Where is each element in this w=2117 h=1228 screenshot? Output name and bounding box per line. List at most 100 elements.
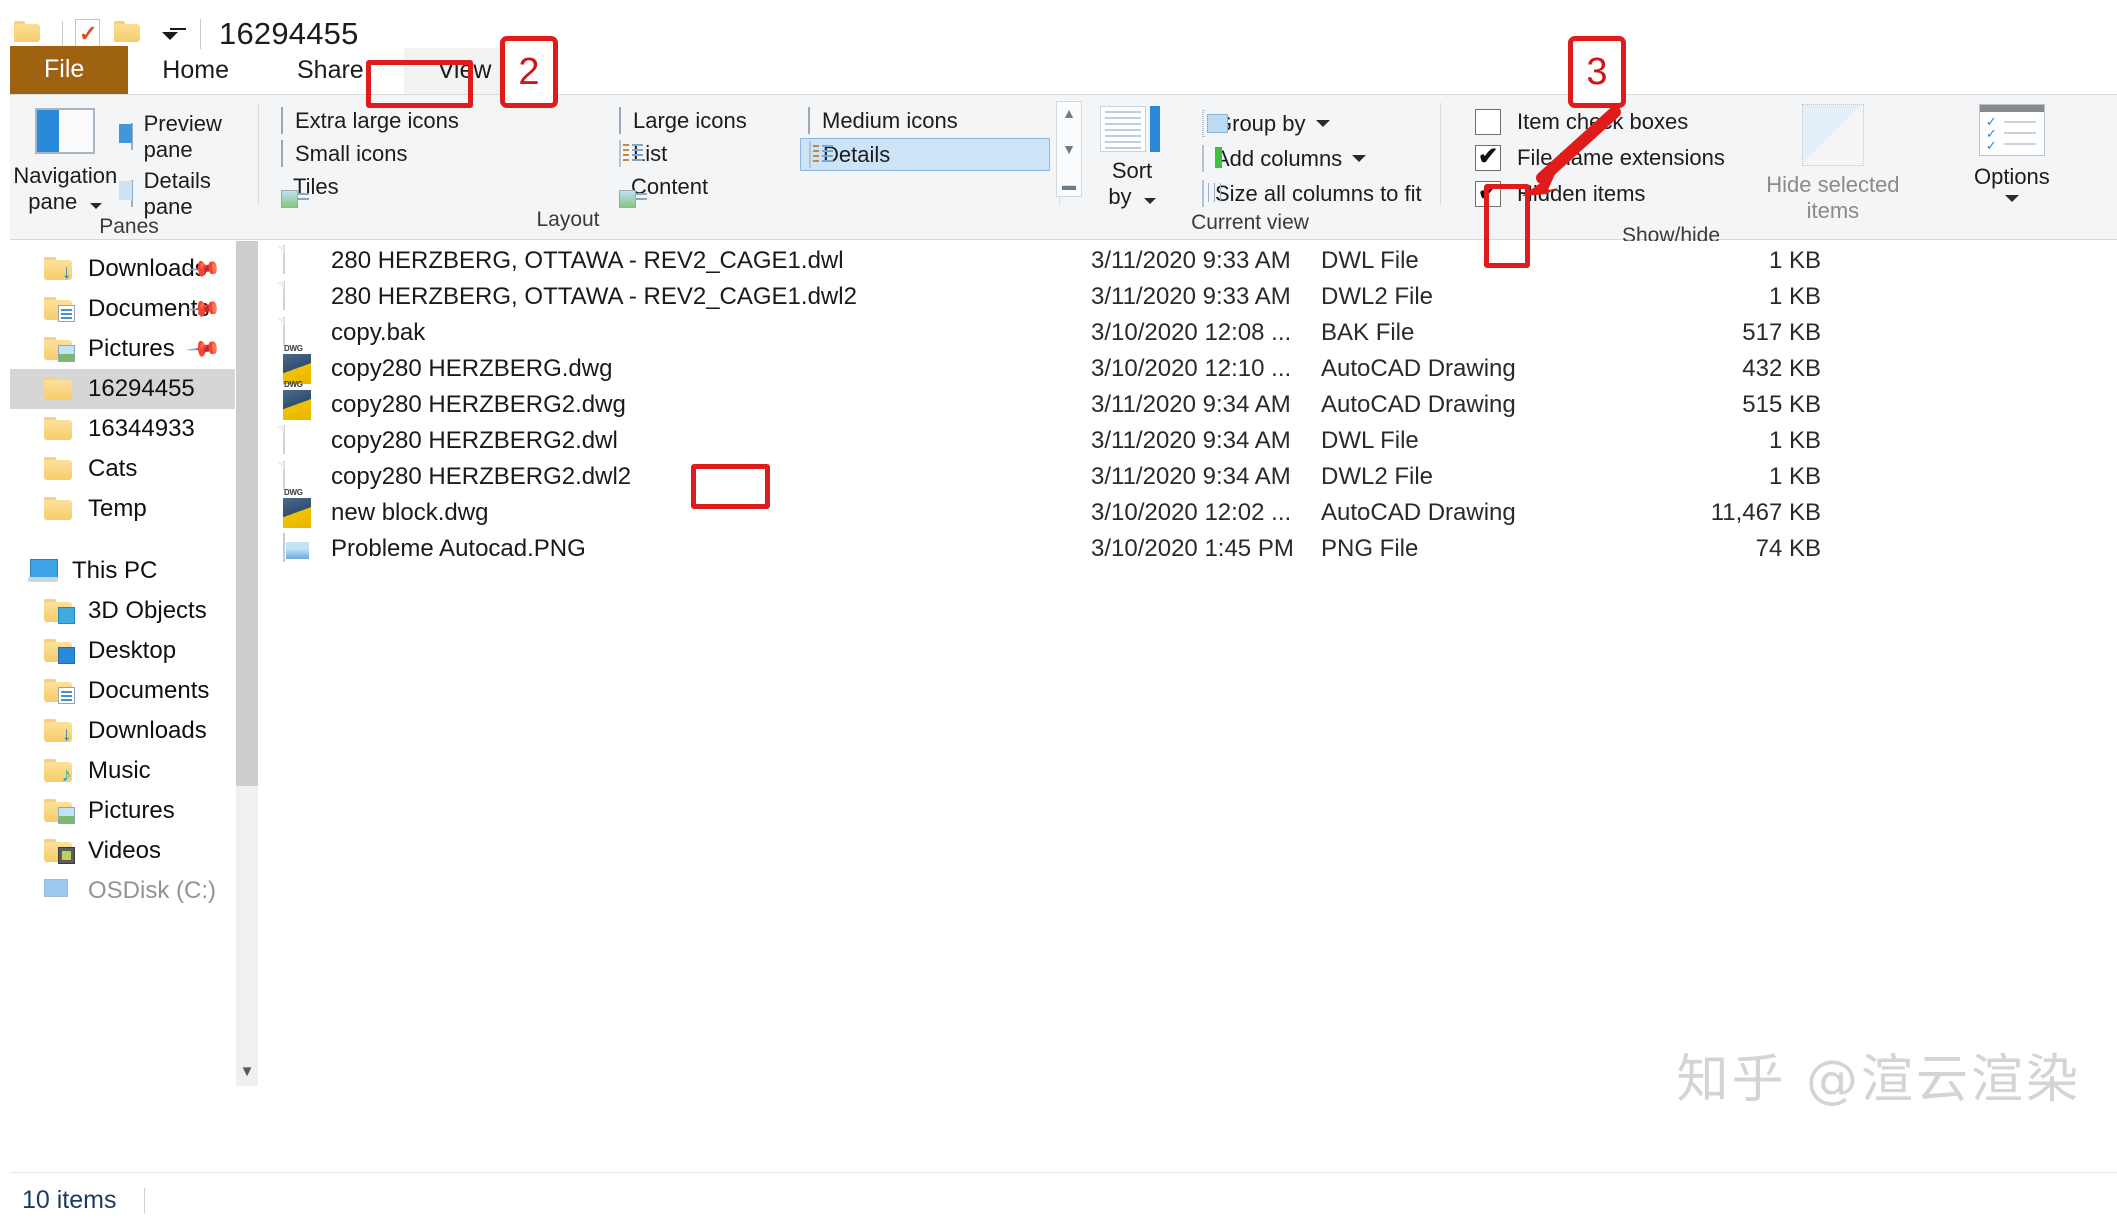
watermark: 知乎 @渲云渲染 bbox=[1676, 1050, 2081, 1110]
table-row[interactable]: copy.bak 3/10/2020 12:08 ... BAK File 51… bbox=[259, 315, 2117, 351]
navigation-pane-button[interactable]: Navigation pane bbox=[0, 104, 131, 215]
add-columns-button[interactable]: Add columns bbox=[1202, 141, 1422, 176]
customize-quick-access-toolbar-caret-icon[interactable] bbox=[154, 28, 186, 40]
sidebar-item-pictures[interactable]: Pictures bbox=[0, 791, 235, 831]
file-name-extensions-checkbox[interactable] bbox=[1475, 142, 1501, 171]
file-size: 1 KB bbox=[1768, 247, 1821, 274]
properties-icon[interactable]: ✓ bbox=[75, 19, 100, 49]
sidebar-item-16294455[interactable]: 16294455 bbox=[0, 369, 235, 409]
table-row[interactable]: copy280 HERZBERG2.dwl2 3/11/2020 9:34 AM… bbox=[259, 459, 2117, 495]
file-type: AutoCAD Drawing bbox=[1321, 499, 1516, 526]
options-button[interactable]: ✓ ✓ ✓ Options bbox=[1937, 104, 2087, 202]
title-divider bbox=[200, 19, 201, 49]
preview-pane-button[interactable]: Preview pane bbox=[130, 111, 258, 162]
pin-icon[interactable]: 📌 bbox=[184, 330, 222, 368]
file-name-extensions-label: File name extensions bbox=[1517, 145, 1725, 170]
sidebar-item-3d-objects[interactable]: 3D Objects bbox=[0, 591, 235, 631]
blank-file-icon bbox=[283, 425, 313, 456]
sidebar-item-pictures-qa[interactable]: Pictures 📌 bbox=[0, 329, 235, 369]
table-row[interactable]: 280 HERZBERG, OTTAWA - REV2_CAGE1.dwl 3/… bbox=[259, 243, 2117, 279]
annotation-view-tab-highlight bbox=[366, 60, 473, 108]
sidebar-item-cats[interactable]: Cats bbox=[0, 449, 235, 489]
item-check-boxes-row[interactable]: Item check boxes bbox=[1475, 104, 1725, 140]
layout-label: Extra large icons bbox=[295, 107, 459, 133]
table-row[interactable]: DWG new block.dwg 3/10/2020 12:02 ... Au… bbox=[259, 488, 2117, 531]
scrollbar-thumb[interactable] bbox=[236, 241, 258, 786]
sidebar-item-osdisk[interactable]: OSDisk (C:) bbox=[0, 871, 235, 911]
file-size: 74 KB bbox=[1755, 535, 1821, 562]
item-check-boxes-checkbox[interactable] bbox=[1475, 109, 1501, 135]
sidebar-item-documents-qa[interactable]: Documents 📌 bbox=[0, 289, 235, 329]
ribbon-group-panes: Navigation pane Preview pane Details pan… bbox=[0, 95, 258, 240]
file-date: 3/10/2020 12:10 ... bbox=[1091, 355, 1292, 382]
sort-by-button[interactable]: Sort by bbox=[1078, 104, 1186, 210]
sidebar-item-this-pc[interactable]: This PC bbox=[0, 551, 235, 591]
file-name-extensions-row[interactable]: File name extensions bbox=[1475, 140, 1725, 176]
sidebar-item-label: Pictures bbox=[88, 797, 175, 824]
file-date: 3/10/2020 1:45 PM bbox=[1091, 535, 1294, 562]
layout-label: Tiles bbox=[293, 173, 339, 199]
layout-extra-large-icons[interactable]: Extra large icons bbox=[273, 104, 603, 137]
scroll-down-arrow-icon[interactable]: ▼ bbox=[236, 1058, 258, 1086]
annotation-dwg-extension-highlight bbox=[691, 464, 770, 509]
file-name: copy280 HERZBERG.dwg bbox=[331, 355, 613, 382]
blank-file-icon bbox=[283, 281, 313, 312]
layout-details[interactable]: Details bbox=[800, 138, 1050, 171]
file-type: DWL File bbox=[1321, 427, 1419, 454]
file-name: 280 HERZBERG, OTTAWA - REV2_CAGE1.dwl2 bbox=[331, 283, 857, 310]
status-divider bbox=[144, 1187, 146, 1214]
scroll-down-icon[interactable]: ▼ bbox=[1062, 142, 1076, 156]
tab-home[interactable]: Home bbox=[128, 48, 263, 94]
tab-file[interactable]: File bbox=[0, 46, 129, 94]
navigation-pane-scrollbar[interactable]: ▼ bbox=[236, 241, 258, 1086]
layout-small-icons[interactable]: Small icons bbox=[273, 137, 603, 170]
new-folder-icon[interactable] bbox=[114, 21, 144, 47]
file-date: 3/11/2020 9:33 AM bbox=[1091, 283, 1291, 310]
file-type: DWL2 File bbox=[1321, 283, 1434, 310]
blank-file-icon bbox=[283, 245, 313, 276]
folder-download-icon: ↓ bbox=[44, 257, 74, 282]
table-row[interactable]: DWG copy280 HERZBERG2.dwg 3/11/2020 9:34… bbox=[259, 380, 2117, 423]
item-check-boxes-label: Item check boxes bbox=[1517, 109, 1689, 134]
current-view-group-label: Current view bbox=[1191, 211, 1309, 234]
list-icon bbox=[619, 139, 621, 167]
navigation-pane-caret-icon[interactable] bbox=[90, 203, 103, 209]
table-row[interactable]: DWG copy280 HERZBERG.dwg 3/10/2020 12:10… bbox=[259, 344, 2117, 387]
details-pane-button[interactable]: Details pane bbox=[130, 168, 258, 219]
add-columns-label: Add columns bbox=[1215, 145, 1343, 171]
scroll-more-icon[interactable]: ▬ bbox=[1062, 178, 1076, 192]
small-icons-icon bbox=[281, 139, 283, 167]
sidebar-item-music[interactable]: ♪ Music bbox=[0, 751, 235, 791]
group-by-button[interactable]: Group by bbox=[1202, 106, 1422, 141]
sidebar-item-16344933[interactable]: 16344933 bbox=[0, 409, 235, 449]
hide-selected-items-button: Hide selected items bbox=[1747, 104, 1919, 224]
sort-by-caret-icon[interactable] bbox=[1143, 198, 1156, 204]
sidebar-item-downloads[interactable]: ↓ Downloads bbox=[0, 711, 235, 751]
size-all-columns-label: Size all columns to fit bbox=[1215, 180, 1422, 206]
preview-pane-label: Preview pane bbox=[143, 110, 222, 162]
file-size: 1 KB bbox=[1768, 463, 1821, 490]
layout-content[interactable]: Content bbox=[611, 170, 941, 203]
group-by-icon bbox=[1202, 109, 1204, 137]
size-all-columns-button[interactable]: Size all columns to fit bbox=[1202, 176, 1422, 211]
options-caret-icon[interactable] bbox=[2004, 195, 2019, 202]
group-by-caret-icon[interactable] bbox=[1315, 120, 1330, 127]
sort-by-label-line1: Sort bbox=[1111, 158, 1153, 183]
layout-medium-icons[interactable]: Medium icons bbox=[800, 104, 1050, 137]
layout-gallery-scrollbar[interactable]: ▲ ▼ ▬ bbox=[1056, 101, 1082, 197]
details-icon bbox=[809, 140, 811, 168]
layout-tiles[interactable]: Tiles bbox=[273, 170, 603, 203]
sidebar-item-videos[interactable]: Videos bbox=[0, 831, 235, 871]
layout-group-label: Layout bbox=[536, 208, 600, 231]
sidebar-item-desktop[interactable]: Desktop bbox=[0, 631, 235, 671]
sidebar-item-downloads-qa[interactable]: ↓ Downloads 📌 bbox=[0, 249, 235, 289]
ribbon-tab-bar: File Home Share View bbox=[0, 46, 2117, 94]
sidebar-item-documents[interactable]: Documents bbox=[0, 671, 235, 711]
add-columns-caret-icon[interactable] bbox=[1352, 155, 1367, 162]
table-row[interactable]: 280 HERZBERG, OTTAWA - REV2_CAGE1.dwl2 3… bbox=[259, 279, 2117, 315]
scroll-up-icon[interactable]: ▲ bbox=[1062, 106, 1076, 120]
sidebar-item-temp[interactable]: Temp bbox=[0, 489, 235, 529]
table-row[interactable]: Probleme Autocad.PNG 3/10/2020 1:45 PM P… bbox=[259, 531, 2117, 567]
table-row[interactable]: copy280 HERZBERG2.dwl 3/11/2020 9:34 AM … bbox=[259, 423, 2117, 459]
